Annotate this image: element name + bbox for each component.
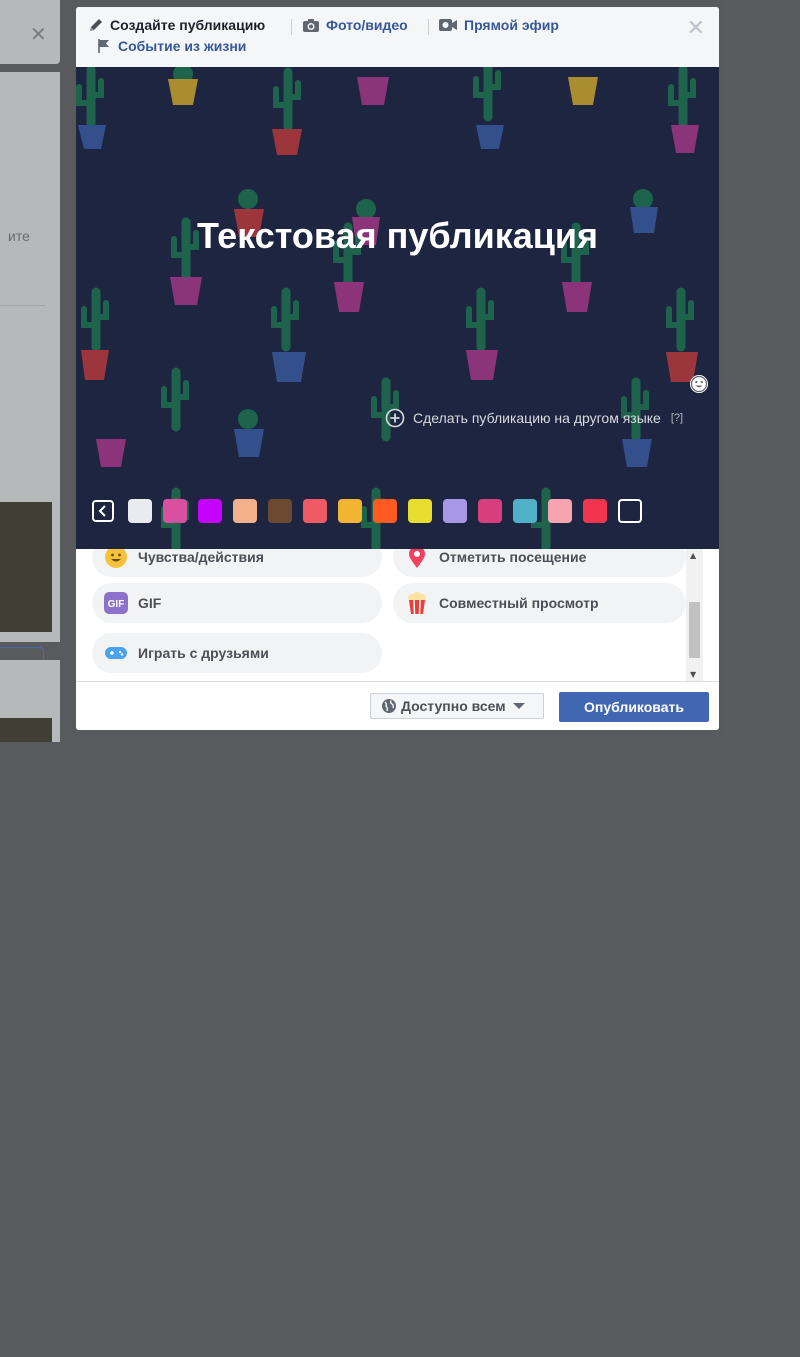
- translate-help-link[interactable]: [?]: [671, 412, 683, 424]
- option-feelings[interactable]: Чувства/действия: [92, 549, 382, 577]
- option-gif-label: GIF: [138, 595, 162, 611]
- background-swatches: [92, 499, 642, 523]
- background-swatch[interactable]: [198, 499, 222, 523]
- audience-label: Доступно всем: [401, 698, 506, 714]
- options-scrollbar[interactable]: ▲ ▼: [686, 549, 703, 681]
- svg-text:GIF: GIF: [108, 599, 125, 610]
- emoji-icon[interactable]: [689, 374, 709, 394]
- scroll-up-icon[interactable]: ▲: [690, 551, 696, 560]
- background-swatch[interactable]: [163, 499, 187, 523]
- post-options: Чувства/действия Отметить посещение GIF …: [76, 549, 719, 681]
- background-swatch[interactable]: [373, 499, 397, 523]
- background-swatch[interactable]: [513, 499, 537, 523]
- location-pin-icon: [405, 549, 429, 569]
- translate-post-option[interactable]: Сделать публикацию на другом языке [?]: [385, 408, 683, 428]
- plus-circle-icon: [385, 408, 405, 428]
- cactus-background-pattern: [76, 67, 699, 549]
- background-photo: [0, 502, 52, 632]
- option-watch-party-label: Совместный просмотр: [439, 595, 599, 611]
- option-play-games[interactable]: Играть с друзьями: [92, 633, 382, 673]
- tab-live-video-label: Прямой эфир: [464, 17, 559, 33]
- background-swatch[interactable]: [408, 499, 432, 523]
- background-swatch[interactable]: [443, 499, 467, 523]
- composer-footer: Доступно всем Опубликовать: [76, 681, 719, 730]
- chevron-left-icon: [98, 505, 106, 517]
- background-swatch[interactable]: [268, 499, 292, 523]
- option-gif[interactable]: GIF GIF: [92, 583, 382, 623]
- tab-life-event[interactable]: Событие из жизни: [96, 38, 246, 54]
- scroll-down-icon[interactable]: ▼: [690, 670, 696, 679]
- background-right-column: [722, 0, 800, 742]
- tab-photo-video-label: Фото/видео: [326, 17, 408, 33]
- background-swatch[interactable]: [478, 499, 502, 523]
- background-text: ите: [8, 228, 30, 244]
- camera-icon: [303, 19, 319, 32]
- option-watch-party[interactable]: Совместный просмотр: [393, 583, 686, 623]
- audience-selector[interactable]: Доступно всем: [370, 693, 544, 719]
- background-text: ь фото: [4, 1341, 49, 1357]
- video-camera-icon: [439, 19, 457, 31]
- globe-icon: [382, 699, 396, 713]
- option-play-games-label: Играть с друзьями: [138, 645, 269, 661]
- post-text[interactable]: Текстовая публикация: [76, 215, 719, 257]
- gif-icon: GIF: [104, 591, 128, 615]
- composer-header: Создайте публикацию Фото/видео Прямой эф…: [76, 7, 719, 67]
- background-divider: [0, 305, 45, 306]
- smiley-icon: [104, 549, 128, 569]
- background-photo: [0, 718, 52, 742]
- pencil-icon: [90, 19, 102, 31]
- tab-live-video[interactable]: Прямой эфир: [438, 17, 559, 33]
- publish-button[interactable]: Опубликовать: [559, 692, 709, 722]
- translate-post-label: Сделать публикацию на другом языке: [413, 410, 661, 426]
- background-card: ✕: [0, 0, 60, 64]
- tab-photo-video[interactable]: Фото/видео: [302, 17, 408, 33]
- text-composer[interactable]: Текстовая публикация Сделать публикацию …: [76, 67, 719, 549]
- background-swatch[interactable]: [583, 499, 607, 523]
- option-feelings-label: Чувства/действия: [138, 549, 264, 565]
- background-swatch[interactable]: [618, 499, 642, 523]
- tab-create-post-label: Создайте публикацию: [110, 17, 266, 33]
- tab-separator: [291, 19, 292, 35]
- background-card: ите е: [0, 72, 60, 701]
- option-check-in-label: Отметить посещение: [439, 549, 587, 565]
- tab-separator: [428, 19, 429, 35]
- background-swatch[interactable]: [128, 499, 152, 523]
- gamepad-icon: [104, 641, 128, 665]
- scrollbar-thumb[interactable]: [689, 602, 700, 658]
- tab-life-event-label: Событие из жизни: [118, 38, 247, 54]
- create-post-dialog: Создайте публикацию Фото/видео Прямой эф…: [76, 7, 719, 730]
- popcorn-icon: [405, 591, 429, 615]
- background-swatch[interactable]: [233, 499, 257, 523]
- flag-icon: [98, 39, 109, 53]
- close-icon[interactable]: ✕: [687, 16, 705, 41]
- background-swatch[interactable]: [548, 499, 572, 523]
- option-check-in[interactable]: Отметить посещение: [393, 549, 686, 577]
- chevron-down-icon: [512, 703, 525, 709]
- background-swatch[interactable]: [303, 499, 327, 523]
- swatches-prev-button[interactable]: [92, 500, 114, 522]
- background-close-icon: ✕: [30, 22, 47, 46]
- background-swatch[interactable]: [338, 499, 362, 523]
- tab-create-post[interactable]: Создайте публикацию: [88, 17, 265, 33]
